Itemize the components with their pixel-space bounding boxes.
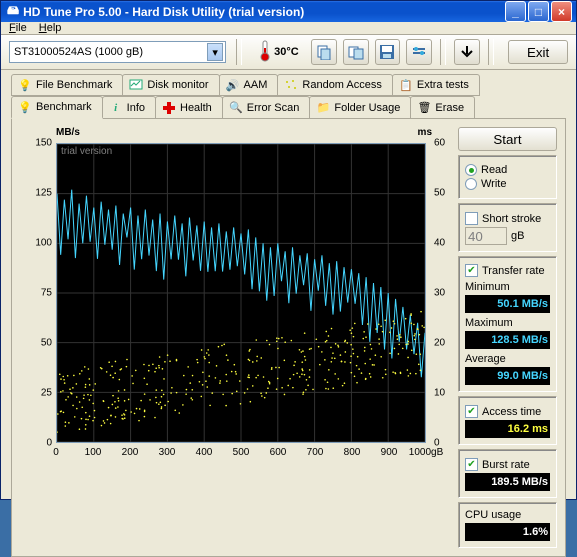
tab-random-access[interactable]: Random Access xyxy=(277,74,392,96)
read-radio[interactable] xyxy=(465,164,477,176)
gb-unit: gB xyxy=(511,230,524,242)
menu-help[interactable]: Help xyxy=(39,22,62,34)
window-title: HD Tune Pro 5.00 - Hard Disk Utility (tr… xyxy=(23,5,304,19)
average-value: 99.0MB/s xyxy=(465,367,550,385)
tab-info[interactable]: iInfo xyxy=(102,96,156,118)
write-label: Write xyxy=(481,178,506,190)
tab-extra-tests[interactable]: 📋Extra tests xyxy=(392,74,480,96)
cpu-usage-label: CPU usage xyxy=(465,509,521,521)
tab-benchmark[interactable]: 💡Benchmark xyxy=(11,96,103,119)
copy-info-button[interactable] xyxy=(311,39,337,65)
access-time-value: 16.2ms xyxy=(465,420,550,438)
start-button[interactable]: Start xyxy=(458,127,557,151)
average-label: Average xyxy=(465,353,506,365)
dots-icon xyxy=(284,78,298,92)
watermark: trial version xyxy=(61,146,112,157)
y-axis-left-label: MB/s xyxy=(56,127,80,138)
temperature-value: 30°C xyxy=(274,46,299,58)
maximize-button[interactable]: □ xyxy=(528,1,549,22)
maximum-value: 128.5MB/s xyxy=(465,331,550,349)
close-button[interactable]: × xyxy=(551,1,572,22)
tab-erase[interactable]: 🗑Erase xyxy=(410,96,475,118)
burst-rate-value: 189.5MB/s xyxy=(465,473,550,491)
monitor-icon xyxy=(129,78,143,92)
speaker-icon: 🔊 xyxy=(226,78,240,92)
plus-icon xyxy=(162,101,176,115)
lightbulb-icon: 💡 xyxy=(18,100,32,114)
save-button[interactable] xyxy=(375,39,401,65)
cpu-usage-value: 1.6% xyxy=(465,523,550,541)
info-icon: i xyxy=(109,101,123,115)
short-stroke-checkbox[interactable] xyxy=(465,212,478,225)
read-label: Read xyxy=(481,164,507,176)
y-ticks-right: 0102030405060 xyxy=(434,143,450,443)
burst-rate-label: Burst rate xyxy=(482,459,530,471)
minimum-label: Minimum xyxy=(465,281,510,293)
lightbulb-icon: 💡 xyxy=(18,78,32,92)
access-time-label: Access time xyxy=(482,406,541,418)
tab-health[interactable]: Health xyxy=(155,96,223,118)
y-axis-right-label: ms xyxy=(418,127,432,138)
transfer-rate-label: Transfer rate xyxy=(482,265,545,277)
burst-rate-checkbox[interactable]: ✔ xyxy=(465,458,478,471)
y-ticks-left: 0255075100125150 xyxy=(20,143,54,443)
transfer-rate-checkbox[interactable]: ✔ xyxy=(465,264,478,277)
drive-select-value: ST31000524AS (1000 gB) xyxy=(14,46,143,58)
short-stroke-input xyxy=(465,227,507,245)
minimize-button[interactable]: _ xyxy=(505,1,526,22)
clipboard-icon: 📋 xyxy=(399,78,413,92)
benchmark-chart: MB/s ms 0255075100125150 0102030405060 t… xyxy=(20,127,450,477)
tab-aam[interactable]: 🔊AAM xyxy=(219,74,279,96)
tab-disk-monitor[interactable]: Disk monitor xyxy=(122,74,219,96)
folder-icon: 📁 xyxy=(316,101,330,115)
minimum-value: 50.1MB/s xyxy=(465,295,550,313)
menu-file[interactable]: File xyxy=(9,22,27,34)
magnifier-icon: 🔍 xyxy=(229,101,243,115)
exit-button[interactable]: Exit xyxy=(508,40,568,64)
down-arrow-button[interactable] xyxy=(454,39,480,65)
maximum-label: Maximum xyxy=(465,317,513,329)
tab-folder-usage[interactable]: 📁Folder Usage xyxy=(309,96,411,118)
tab-error-scan[interactable]: 🔍Error Scan xyxy=(222,96,311,118)
access-time-checkbox[interactable]: ✔ xyxy=(465,405,478,418)
chevron-down-icon[interactable]: ▾ xyxy=(207,43,223,61)
app-icon: 🖴 xyxy=(7,1,19,22)
write-radio[interactable] xyxy=(465,178,477,190)
short-stroke-label: Short stroke xyxy=(482,213,541,225)
drive-select[interactable]: ST31000524AS (1000 gB) ▾ xyxy=(9,41,226,63)
options-button[interactable] xyxy=(406,39,432,65)
tab-file-benchmark[interactable]: 💡File Benchmark xyxy=(11,74,123,96)
trash-icon: 🗑 xyxy=(417,101,431,115)
thermometer-icon xyxy=(260,40,270,65)
chart-area: trial version xyxy=(56,143,426,443)
copy-screenshot-button[interactable] xyxy=(343,39,369,65)
